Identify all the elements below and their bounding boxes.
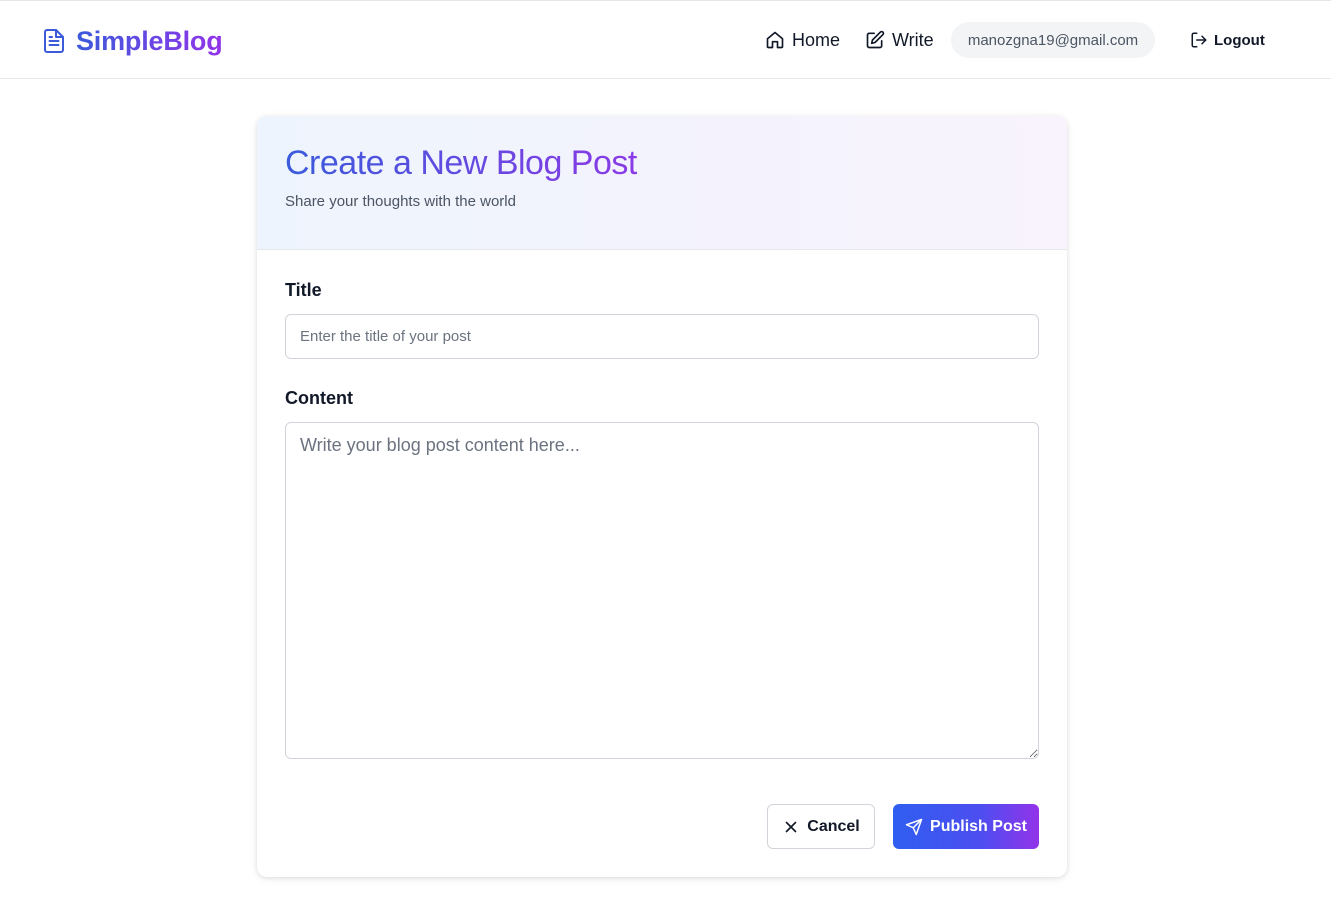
nav-write-link[interactable]: Write [865,25,934,55]
content-label: Content [285,388,353,408]
nav-home-link[interactable]: Home [765,25,840,55]
edit-icon [866,30,885,49]
logout-label: Logout [1214,31,1265,49]
document-icon [44,29,64,53]
create-post-card: Create a New Blog Post Share your though… [257,116,1067,877]
title-input[interactable] [285,314,1039,359]
brand-logo-link[interactable]: SimpleBlog [42,23,223,59]
close-icon [785,821,797,832]
navbar: SimpleBlog Home Write manozgna19@gmail.c… [0,1,1331,79]
nav-home-label: Home [792,29,841,50]
send-icon [905,818,923,835]
cancel-label: Cancel [807,817,860,835]
publish-post-button[interactable]: Publish Post [893,804,1039,849]
content-textarea[interactable] [285,422,1039,759]
brand-name: SimpleBlog [76,25,223,56]
publish-label: Publish Post [930,817,1027,835]
page-subtitle: Share your thoughts with the world [285,193,516,210]
card-header: Create a New Blog Post Share your though… [257,116,1067,250]
cancel-button[interactable]: Cancel [767,804,875,849]
logout-button[interactable]: Logout [1190,25,1265,55]
home-icon [766,31,784,49]
page-title: Create a New Blog Post [285,144,637,182]
title-label: Title [285,280,322,300]
nav-write-label: Write [892,29,934,50]
user-email-badge: manozgna19@gmail.com [951,22,1155,58]
logout-icon [1191,32,1207,48]
